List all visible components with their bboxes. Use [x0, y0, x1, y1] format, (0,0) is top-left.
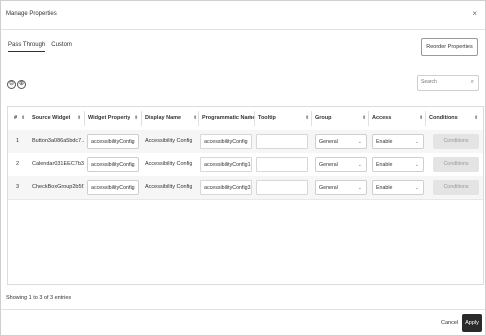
tab-bar: Pass Through Custom [8, 42, 72, 52]
chevron-down-icon: ⌄ [357, 185, 362, 191]
conditions-button[interactable]: Conditions [433, 134, 479, 149]
chevron-down-icon: ⌄ [414, 185, 419, 191]
properties-table: # ⬍ Source Widget ⬍ Widget Property ⬍ Di… [7, 106, 484, 285]
display-name-cell: Accessibility Config [145, 138, 193, 144]
widget-property-select[interactable]: accessibilityConfig ⌄ [87, 134, 139, 149]
footer-divider [1, 309, 485, 310]
chevron-down-icon: ⌄ [414, 162, 419, 168]
manage-properties-dialog: Manage Properties × Pass Through Custom … [0, 0, 486, 336]
access-select[interactable]: Enable ⌄ [372, 134, 424, 149]
widget-property-value: accessibilityConfig [91, 162, 135, 168]
column-separator [311, 111, 312, 126]
cancel-button[interactable]: Cancel [441, 320, 458, 326]
sort-icon[interactable]: ⬍ [305, 107, 309, 130]
search-icon[interactable]: ⌕ [471, 79, 474, 86]
chevron-down-icon: ⌄ [129, 139, 134, 145]
sort-icon[interactable]: ⬍ [419, 107, 423, 130]
group-value: General [319, 139, 338, 145]
col-header-group: Group [315, 115, 332, 121]
table-row: 2 Calendar031EEC7b3... accessibilityConf… [8, 153, 483, 177]
collapse-all-icon[interactable]: ⊖ [7, 80, 16, 89]
source-widget-cell: Button3a086a5bdc7... [32, 138, 84, 144]
column-separator [368, 111, 369, 126]
row-index: 3 [16, 184, 20, 190]
row-index: 2 [16, 161, 20, 167]
column-separator [425, 111, 426, 126]
group-value: General [319, 162, 338, 168]
group-select[interactable]: General ⌄ [315, 180, 367, 195]
table-row: 1 Button3a086a5bdc7... accessibilityConf… [8, 130, 483, 154]
table-row: 3 CheckBoxGroup2b5f1... accessibilityCon… [8, 176, 483, 200]
row-index: 1 [16, 138, 20, 144]
programmatic-name-field[interactable]: accessibilityConfig3 [200, 180, 252, 195]
col-header-index: # [14, 115, 18, 121]
access-select[interactable]: Enable ⌄ [372, 157, 424, 172]
widget-property-value: accessibilityConfig [91, 139, 135, 145]
access-value: Enable [376, 162, 393, 168]
tooltip-field[interactable] [256, 134, 308, 149]
column-separator [198, 111, 199, 126]
sort-icon[interactable]: ⬍ [21, 107, 25, 130]
chevron-down-icon: ⌄ [414, 139, 419, 145]
tooltip-field[interactable] [256, 157, 308, 172]
column-separator [84, 111, 85, 126]
programmatic-name-field[interactable]: accessibilityConfig1 [200, 157, 252, 172]
conditions-button[interactable]: Conditions [433, 157, 479, 172]
sort-icon[interactable]: ⬍ [193, 107, 197, 130]
access-value: Enable [376, 139, 393, 145]
expand-all-icon[interactable]: ⊕ [17, 80, 26, 89]
sort-icon[interactable]: ⬍ [134, 107, 138, 130]
column-separator [254, 111, 255, 126]
dialog-title: Manage Properties [6, 11, 57, 17]
sort-icon[interactable]: ⬍ [248, 107, 252, 130]
col-header-conditions: Conditions [429, 115, 458, 121]
display-name-cell: Accessibility Config [145, 184, 193, 190]
col-header-widget-property: Widget Property [88, 115, 131, 121]
col-header-source-widget: Source Widget [32, 115, 71, 121]
group-select[interactable]: General ⌄ [315, 157, 367, 172]
entries-summary: Showing 1 to 3 of 3 entries [6, 295, 72, 301]
access-value: Enable [376, 185, 393, 191]
table-header-row: # ⬍ Source Widget ⬍ Widget Property ⬍ Di… [8, 107, 483, 131]
access-select[interactable]: Enable ⌄ [372, 180, 424, 195]
close-icon[interactable]: × [472, 9, 477, 18]
apply-button[interactable]: Apply [462, 314, 482, 332]
reorder-properties-button[interactable]: Reorder Properties [421, 38, 478, 56]
tab-custom[interactable]: Custom [51, 42, 72, 52]
search-input[interactable] [421, 79, 469, 85]
group-value: General [319, 185, 338, 191]
group-select[interactable]: General ⌄ [315, 134, 367, 149]
programmatic-name-field[interactable]: accessibilityConfig [200, 134, 252, 149]
display-name-cell: Accessibility Config [145, 161, 193, 167]
tooltip-field[interactable] [256, 180, 308, 195]
widget-property-select[interactable]: accessibilityConfig ⌄ [87, 157, 139, 172]
column-separator [141, 111, 142, 126]
source-widget-cell: CheckBoxGroup2b5f1... [32, 184, 84, 190]
sort-icon[interactable]: ⬍ [77, 107, 81, 130]
col-header-display-name: Display Name [145, 115, 182, 121]
chevron-down-icon: ⌄ [357, 139, 362, 145]
tab-pass-through[interactable]: Pass Through [8, 42, 46, 52]
col-header-tooltip: Tooltip [258, 115, 276, 121]
widget-property-select[interactable]: accessibilityConfig ⌄ [87, 180, 139, 195]
sort-icon[interactable]: ⬍ [362, 107, 366, 130]
widget-property-value: accessibilityConfig [91, 185, 135, 191]
col-header-access: Access [372, 115, 392, 121]
sort-icon[interactable]: ⬍ [474, 107, 478, 130]
source-widget-cell: Calendar031EEC7b3... [32, 161, 84, 167]
chevron-down-icon: ⌄ [129, 185, 134, 191]
dialog-titlebar: Manage Properties × [1, 1, 485, 30]
search-box: ⌕ [417, 75, 479, 91]
chevron-down-icon: ⌄ [129, 162, 134, 168]
conditions-button[interactable]: Conditions [433, 180, 479, 195]
chevron-down-icon: ⌄ [357, 162, 362, 168]
